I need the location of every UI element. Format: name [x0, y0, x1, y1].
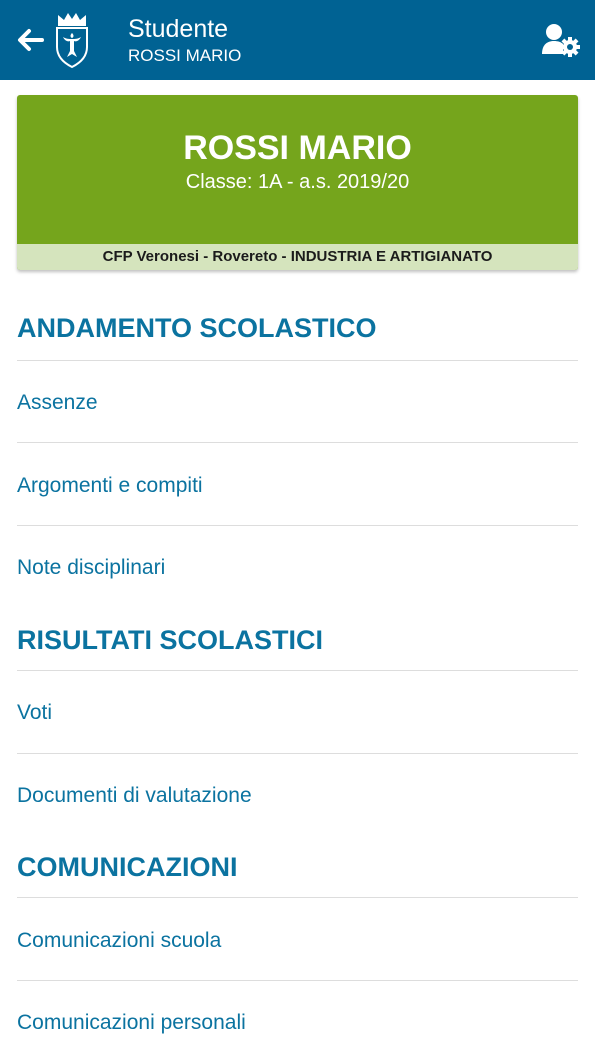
- menu-item-assenze[interactable]: Assenze: [17, 383, 578, 423]
- menu-item-comunicazioni-scuola[interactable]: Comunicazioni scuola: [17, 921, 578, 961]
- menu-item-comunicazioni-personali[interactable]: Comunicazioni personali: [17, 1003, 578, 1043]
- arrow-left-icon: [18, 29, 44, 51]
- user-settings-button[interactable]: [540, 22, 580, 58]
- menu-item-voti[interactable]: Voti: [17, 693, 578, 733]
- divider: [17, 897, 578, 898]
- section-header-risultati: RISULTATI SCOLASTICI: [17, 625, 323, 655]
- divider: [17, 670, 578, 671]
- student-card: ROSSI MARIO Classe: 1A - a.s. 2019/20 CF…: [17, 95, 578, 270]
- divider: [17, 360, 578, 361]
- section-header-comunicazioni: COMUNICAZIONI: [17, 852, 238, 882]
- page-title: Studente: [128, 15, 229, 43]
- menu-item-argomenti-compiti[interactable]: Argomenti e compiti: [17, 466, 578, 506]
- coat-of-arms-logo: [54, 11, 90, 69]
- page-subtitle: ROSSI MARIO: [128, 46, 242, 65]
- menu-item-documenti-valutazione[interactable]: Documenti di valutazione: [17, 776, 578, 816]
- section-header-andamento: ANDAMENTO SCOLASTICO: [17, 313, 377, 343]
- divider: [17, 442, 578, 443]
- divider: [17, 753, 578, 754]
- student-name: ROSSI MARIO: [183, 129, 412, 167]
- divider: [17, 525, 578, 526]
- back-button[interactable]: [14, 24, 46, 56]
- student-school: CFP Veronesi - Rovereto - INDUSTRIA E AR…: [17, 244, 578, 270]
- student-class: Classe: 1A - a.s. 2019/20: [185, 171, 410, 193]
- divider: [17, 980, 578, 981]
- user-settings-icon: [542, 24, 580, 57]
- menu-item-note-disciplinari[interactable]: Note disciplinari: [17, 548, 578, 588]
- app-bar: Studente ROSSI MARIO: [0, 0, 595, 80]
